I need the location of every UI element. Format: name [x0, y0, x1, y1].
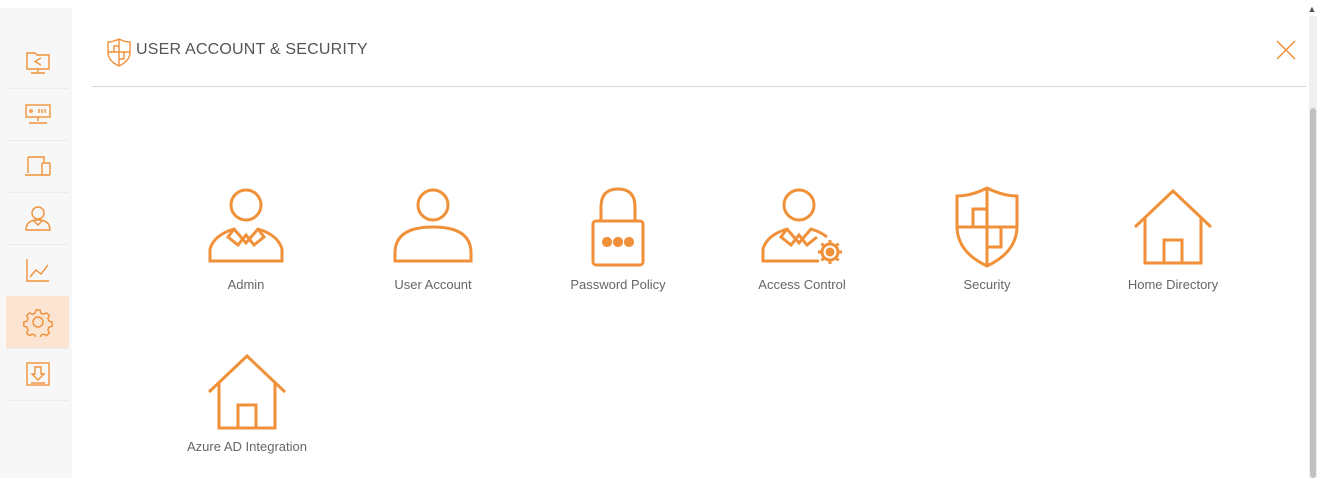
tile-password-policy[interactable]: Password Policy	[543, 185, 693, 315]
home-icon	[207, 353, 287, 430]
devices-icon	[24, 156, 51, 176]
tile-label-access-control: Access Control	[758, 277, 846, 292]
sidebar-item-file-sharing[interactable]	[6, 36, 69, 89]
scrollbar-thumb[interactable]	[1310, 108, 1316, 478]
chart-icon	[25, 259, 49, 282]
scroll-up-arrow[interactable]: ▲	[1307, 4, 1317, 14]
user-account-icon	[393, 188, 473, 263]
user-icon	[24, 206, 51, 231]
tile-admin[interactable]: Admin	[171, 185, 321, 315]
access-control-icon	[761, 188, 842, 264]
panel-header: USER ACCOUNT & SECURITY	[92, 30, 1306, 87]
shield-icon	[955, 186, 1019, 268]
gear-icon	[22, 309, 53, 337]
page-title: USER ACCOUNT & SECURITY	[136, 41, 368, 58]
lock-icon	[591, 187, 645, 267]
sidebar-item-statistics[interactable]	[6, 244, 69, 297]
tile-security[interactable]: Security	[912, 185, 1062, 315]
tile-label-home-directory: Home Directory	[1127, 277, 1219, 292]
tile-label-password-policy: Password Policy	[570, 277, 666, 292]
close-icon[interactable]	[1274, 38, 1298, 62]
sidebar-item-devices[interactable]	[6, 140, 69, 193]
download-icon	[25, 362, 50, 386]
tile-label-user-account: User Account	[394, 277, 472, 292]
tile-user-account[interactable]: User Account	[358, 185, 508, 315]
tile-azure-ad-integration[interactable]: Azure AD Integration	[172, 350, 322, 480]
tile-home-directory[interactable]: Home Directory	[1098, 185, 1248, 315]
home-icon	[1133, 188, 1213, 265]
sidebar-item-users[interactable]	[6, 192, 69, 245]
sidebar-item-install[interactable]	[6, 348, 69, 401]
sidebar-item-network[interactable]	[6, 88, 69, 141]
folder-share-icon	[25, 52, 50, 74]
tile-label-security: Security	[963, 277, 1011, 292]
sidebar	[0, 8, 72, 478]
admin-icon	[208, 188, 284, 263]
sidebar-item-settings[interactable]	[6, 296, 69, 349]
tile-label-admin: Admin	[227, 277, 265, 292]
tile-access-control[interactable]: Access Control	[727, 185, 877, 315]
network-storage-icon	[24, 104, 51, 124]
tile-label-azure-ad-integration: Azure AD Integration	[187, 439, 307, 454]
shield-icon	[107, 38, 131, 67]
